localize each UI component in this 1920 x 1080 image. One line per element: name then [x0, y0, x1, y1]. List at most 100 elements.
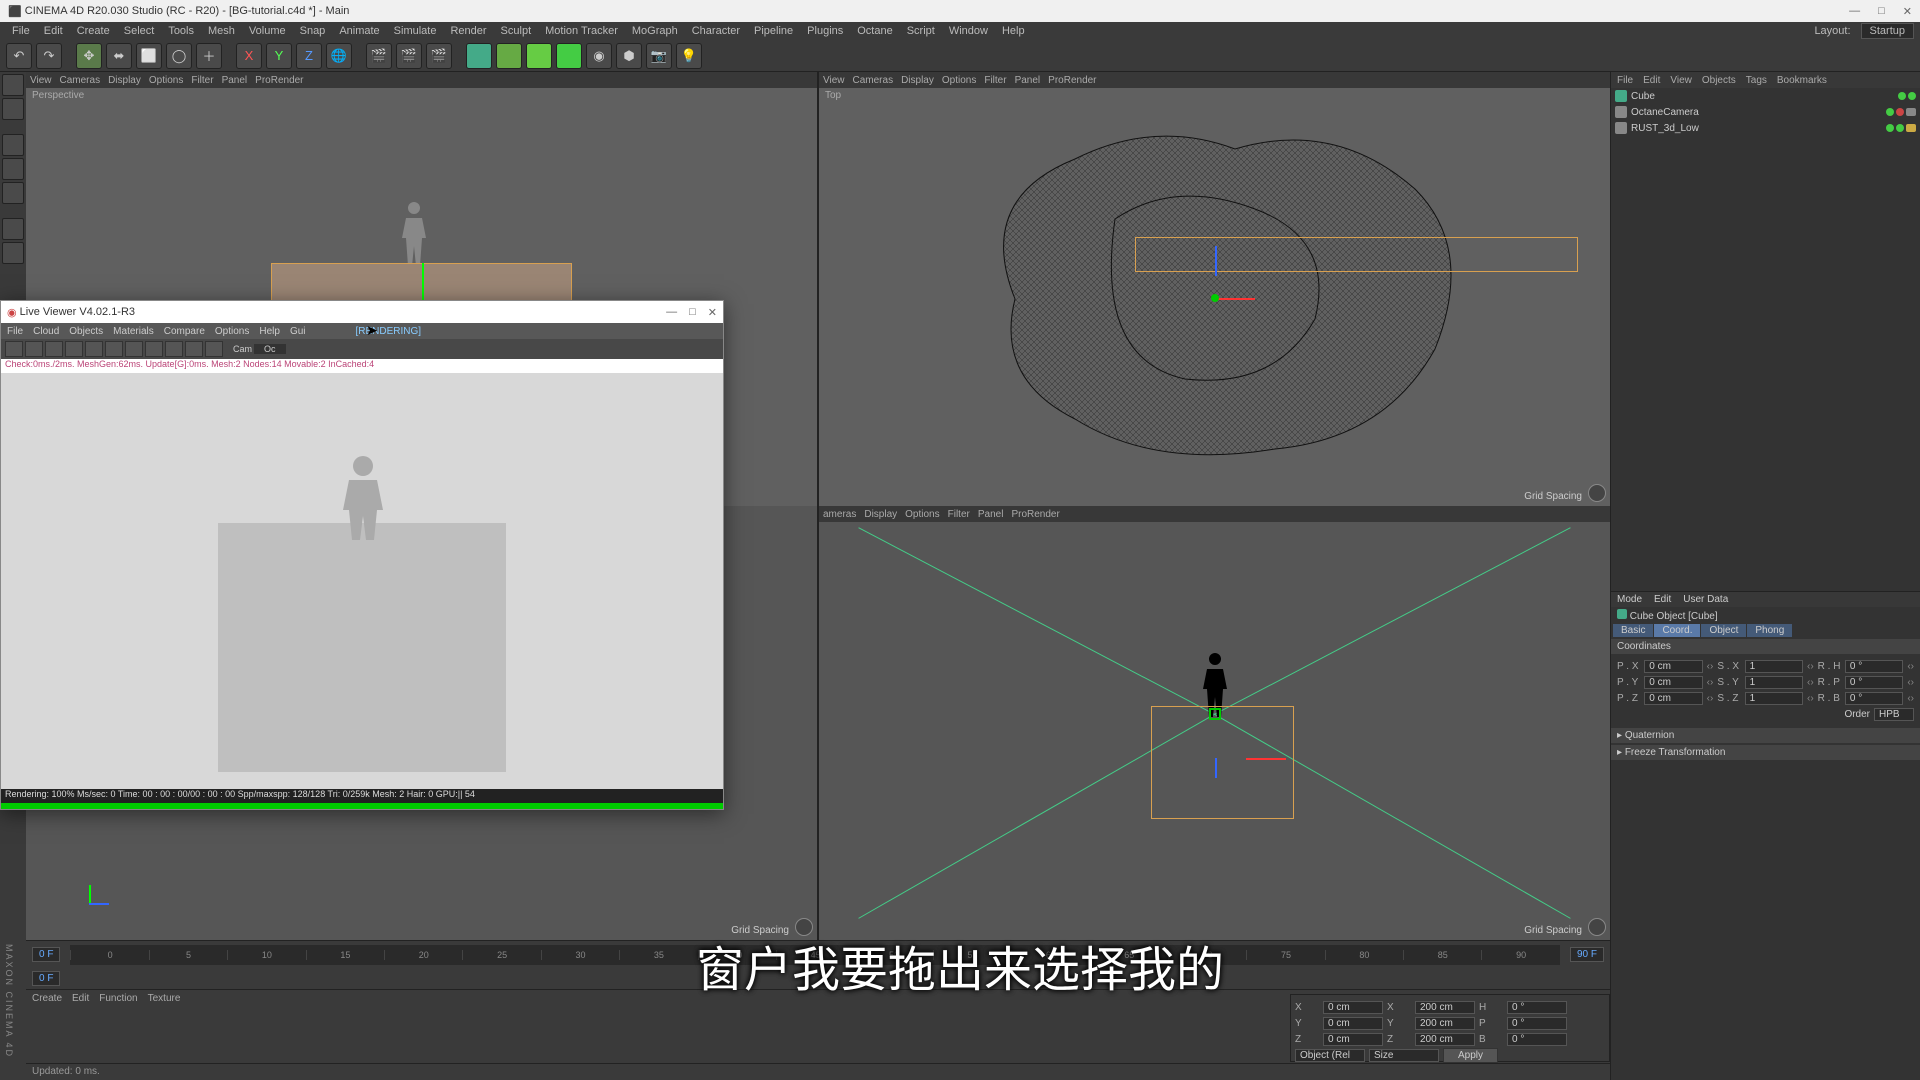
coord-mode-dropdown[interactable]: Object (Rel	[1295, 1049, 1365, 1062]
rp-input[interactable]: 0 °	[1845, 676, 1903, 689]
mat-create[interactable]: Create	[32, 993, 62, 1004]
lv-clay-button[interactable]	[125, 341, 143, 357]
menu-render[interactable]: Render	[444, 25, 492, 37]
lv-lock-button[interactable]	[65, 341, 83, 357]
render-region-button[interactable]: 🎬	[396, 43, 422, 69]
vp-display[interactable]: Display	[108, 75, 141, 86]
recent-tools-button[interactable]: ＋	[196, 43, 222, 69]
nurbs-button[interactable]	[526, 43, 552, 69]
y-axis-button[interactable]: Y	[266, 43, 292, 69]
menu-help[interactable]: Help	[996, 25, 1031, 37]
vp-cameras[interactable]: Cameras	[853, 75, 894, 86]
minimize-icon[interactable]: ―	[1849, 5, 1860, 18]
menu-animate[interactable]: Animate	[333, 25, 385, 37]
texture-mode-button[interactable]	[2, 218, 24, 240]
om-view[interactable]: View	[1670, 75, 1692, 86]
light-button[interactable]: 💡	[676, 43, 702, 69]
vp-panel[interactable]: Panel	[978, 509, 1004, 520]
lv-materials[interactable]: Materials	[113, 326, 154, 337]
section-quaternion[interactable]: ▸ Quaternion	[1611, 728, 1920, 743]
menu-character[interactable]: Character	[686, 25, 746, 37]
frame-current[interactable]: 0 F	[32, 971, 60, 986]
am-mode[interactable]: Mode	[1617, 594, 1642, 605]
cyw-input[interactable]: 200 cm	[1415, 1017, 1475, 1030]
section-freeze[interactable]: ▸ Freeze Transformation	[1611, 745, 1920, 760]
vp-options[interactable]: Options	[149, 75, 183, 86]
lv-close-icon[interactable]: ✕	[708, 306, 717, 319]
py-input[interactable]: 0 cm	[1644, 676, 1702, 689]
menu-create[interactable]: Create	[71, 25, 116, 37]
rb-input[interactable]: 0 °	[1845, 692, 1903, 705]
rotate-button[interactable]: ◯	[166, 43, 192, 69]
undo-button[interactable]: ↶	[6, 43, 32, 69]
menu-edit[interactable]: Edit	[38, 25, 69, 37]
czw-input[interactable]: 200 cm	[1415, 1033, 1475, 1046]
cxw-input[interactable]: 200 cm	[1415, 1001, 1475, 1014]
object-manager[interactable]: File Edit View Objects Tags Bookmarks Cu…	[1611, 72, 1920, 592]
polygons-mode-button[interactable]	[2, 182, 24, 204]
sz-input[interactable]: 1	[1745, 692, 1803, 705]
menu-octane[interactable]: Octane	[851, 25, 898, 37]
mat-edit[interactable]: Edit	[72, 993, 89, 1004]
menu-window[interactable]: Window	[943, 25, 994, 37]
am-userdata[interactable]: User Data	[1683, 594, 1728, 605]
frame-start[interactable]: 0 F	[32, 947, 60, 962]
lv-channel-button[interactable]	[205, 341, 223, 357]
vp-view[interactable]: View	[30, 75, 52, 86]
menu-file[interactable]: File	[6, 25, 36, 37]
menu-motiontracker[interactable]: Motion Tracker	[539, 25, 624, 37]
redo-button[interactable]: ↷	[36, 43, 62, 69]
lv-cam-dropdown[interactable]: Oc	[254, 344, 286, 354]
size-mode-dropdown[interactable]: Size	[1369, 1049, 1439, 1062]
menu-pipeline[interactable]: Pipeline	[748, 25, 799, 37]
mat-texture[interactable]: Texture	[148, 993, 181, 1004]
object-mode-button[interactable]	[2, 98, 24, 120]
menu-mograph[interactable]: MoGraph	[626, 25, 684, 37]
live-select-button[interactable]: ✥	[76, 43, 102, 69]
rh-input[interactable]: 0 °	[1845, 660, 1903, 673]
menu-mesh[interactable]: Mesh	[202, 25, 241, 37]
lv-file[interactable]: File	[7, 326, 23, 337]
sy-input[interactable]: 1	[1745, 676, 1803, 689]
lv-render-canvas[interactable]	[1, 373, 723, 789]
lv-minimize-icon[interactable]: ―	[666, 306, 677, 319]
object-row-camera[interactable]: OctaneCamera	[1611, 104, 1920, 120]
menu-plugins[interactable]: Plugins	[801, 25, 849, 37]
menu-script[interactable]: Script	[901, 25, 941, 37]
vp-panel[interactable]: Panel	[222, 75, 248, 86]
vp-view[interactable]: View	[823, 75, 845, 86]
tab-coord[interactable]: Coord.	[1654, 624, 1700, 637]
frame-end[interactable]: 90 F	[1570, 947, 1604, 962]
menu-volume[interactable]: Volume	[243, 25, 292, 37]
edges-mode-button[interactable]	[2, 158, 24, 180]
spline-button[interactable]	[496, 43, 522, 69]
lv-refresh-button[interactable]	[5, 341, 23, 357]
sx-input[interactable]: 1	[1745, 660, 1803, 673]
maximize-icon[interactable]: □	[1878, 5, 1885, 18]
close-icon[interactable]: ✕	[1903, 5, 1912, 18]
lv-cloud[interactable]: Cloud	[33, 326, 59, 337]
model-mode-button[interactable]	[2, 74, 24, 96]
cb-input[interactable]: 0 °	[1507, 1033, 1567, 1046]
apply-button[interactable]: Apply	[1443, 1048, 1498, 1063]
vp-prorender[interactable]: ProRender	[255, 75, 303, 86]
object-row-cube[interactable]: Cube	[1611, 88, 1920, 104]
z-axis-button[interactable]: Z	[296, 43, 322, 69]
deformer-button[interactable]: ◉	[586, 43, 612, 69]
move-button[interactable]: ⬌	[106, 43, 132, 69]
vp-filter[interactable]: Filter	[191, 75, 213, 86]
om-edit[interactable]: Edit	[1643, 75, 1660, 86]
object-name[interactable]: Cube	[1631, 91, 1655, 102]
lv-compare[interactable]: Compare	[164, 326, 205, 337]
vp-filter[interactable]: Filter	[948, 509, 970, 520]
vp-prorender[interactable]: ProRender	[1048, 75, 1096, 86]
viewport-front[interactable]: ameras Display Options Filter Panel ProR…	[819, 506, 1610, 940]
tab-object[interactable]: Object	[1701, 624, 1746, 637]
lv-maximize-icon[interactable]: □	[689, 306, 696, 319]
camera-button[interactable]: 📷	[646, 43, 672, 69]
live-viewer-window[interactable]: ◉ Live Viewer V4.02.1-R3 ― □ ✕ File Clou…	[0, 300, 724, 810]
vp-filter[interactable]: Filter	[984, 75, 1006, 86]
coord-system-button[interactable]: 🌐	[326, 43, 352, 69]
cz-input[interactable]: 0 cm	[1323, 1033, 1383, 1046]
am-edit[interactable]: Edit	[1654, 594, 1671, 605]
